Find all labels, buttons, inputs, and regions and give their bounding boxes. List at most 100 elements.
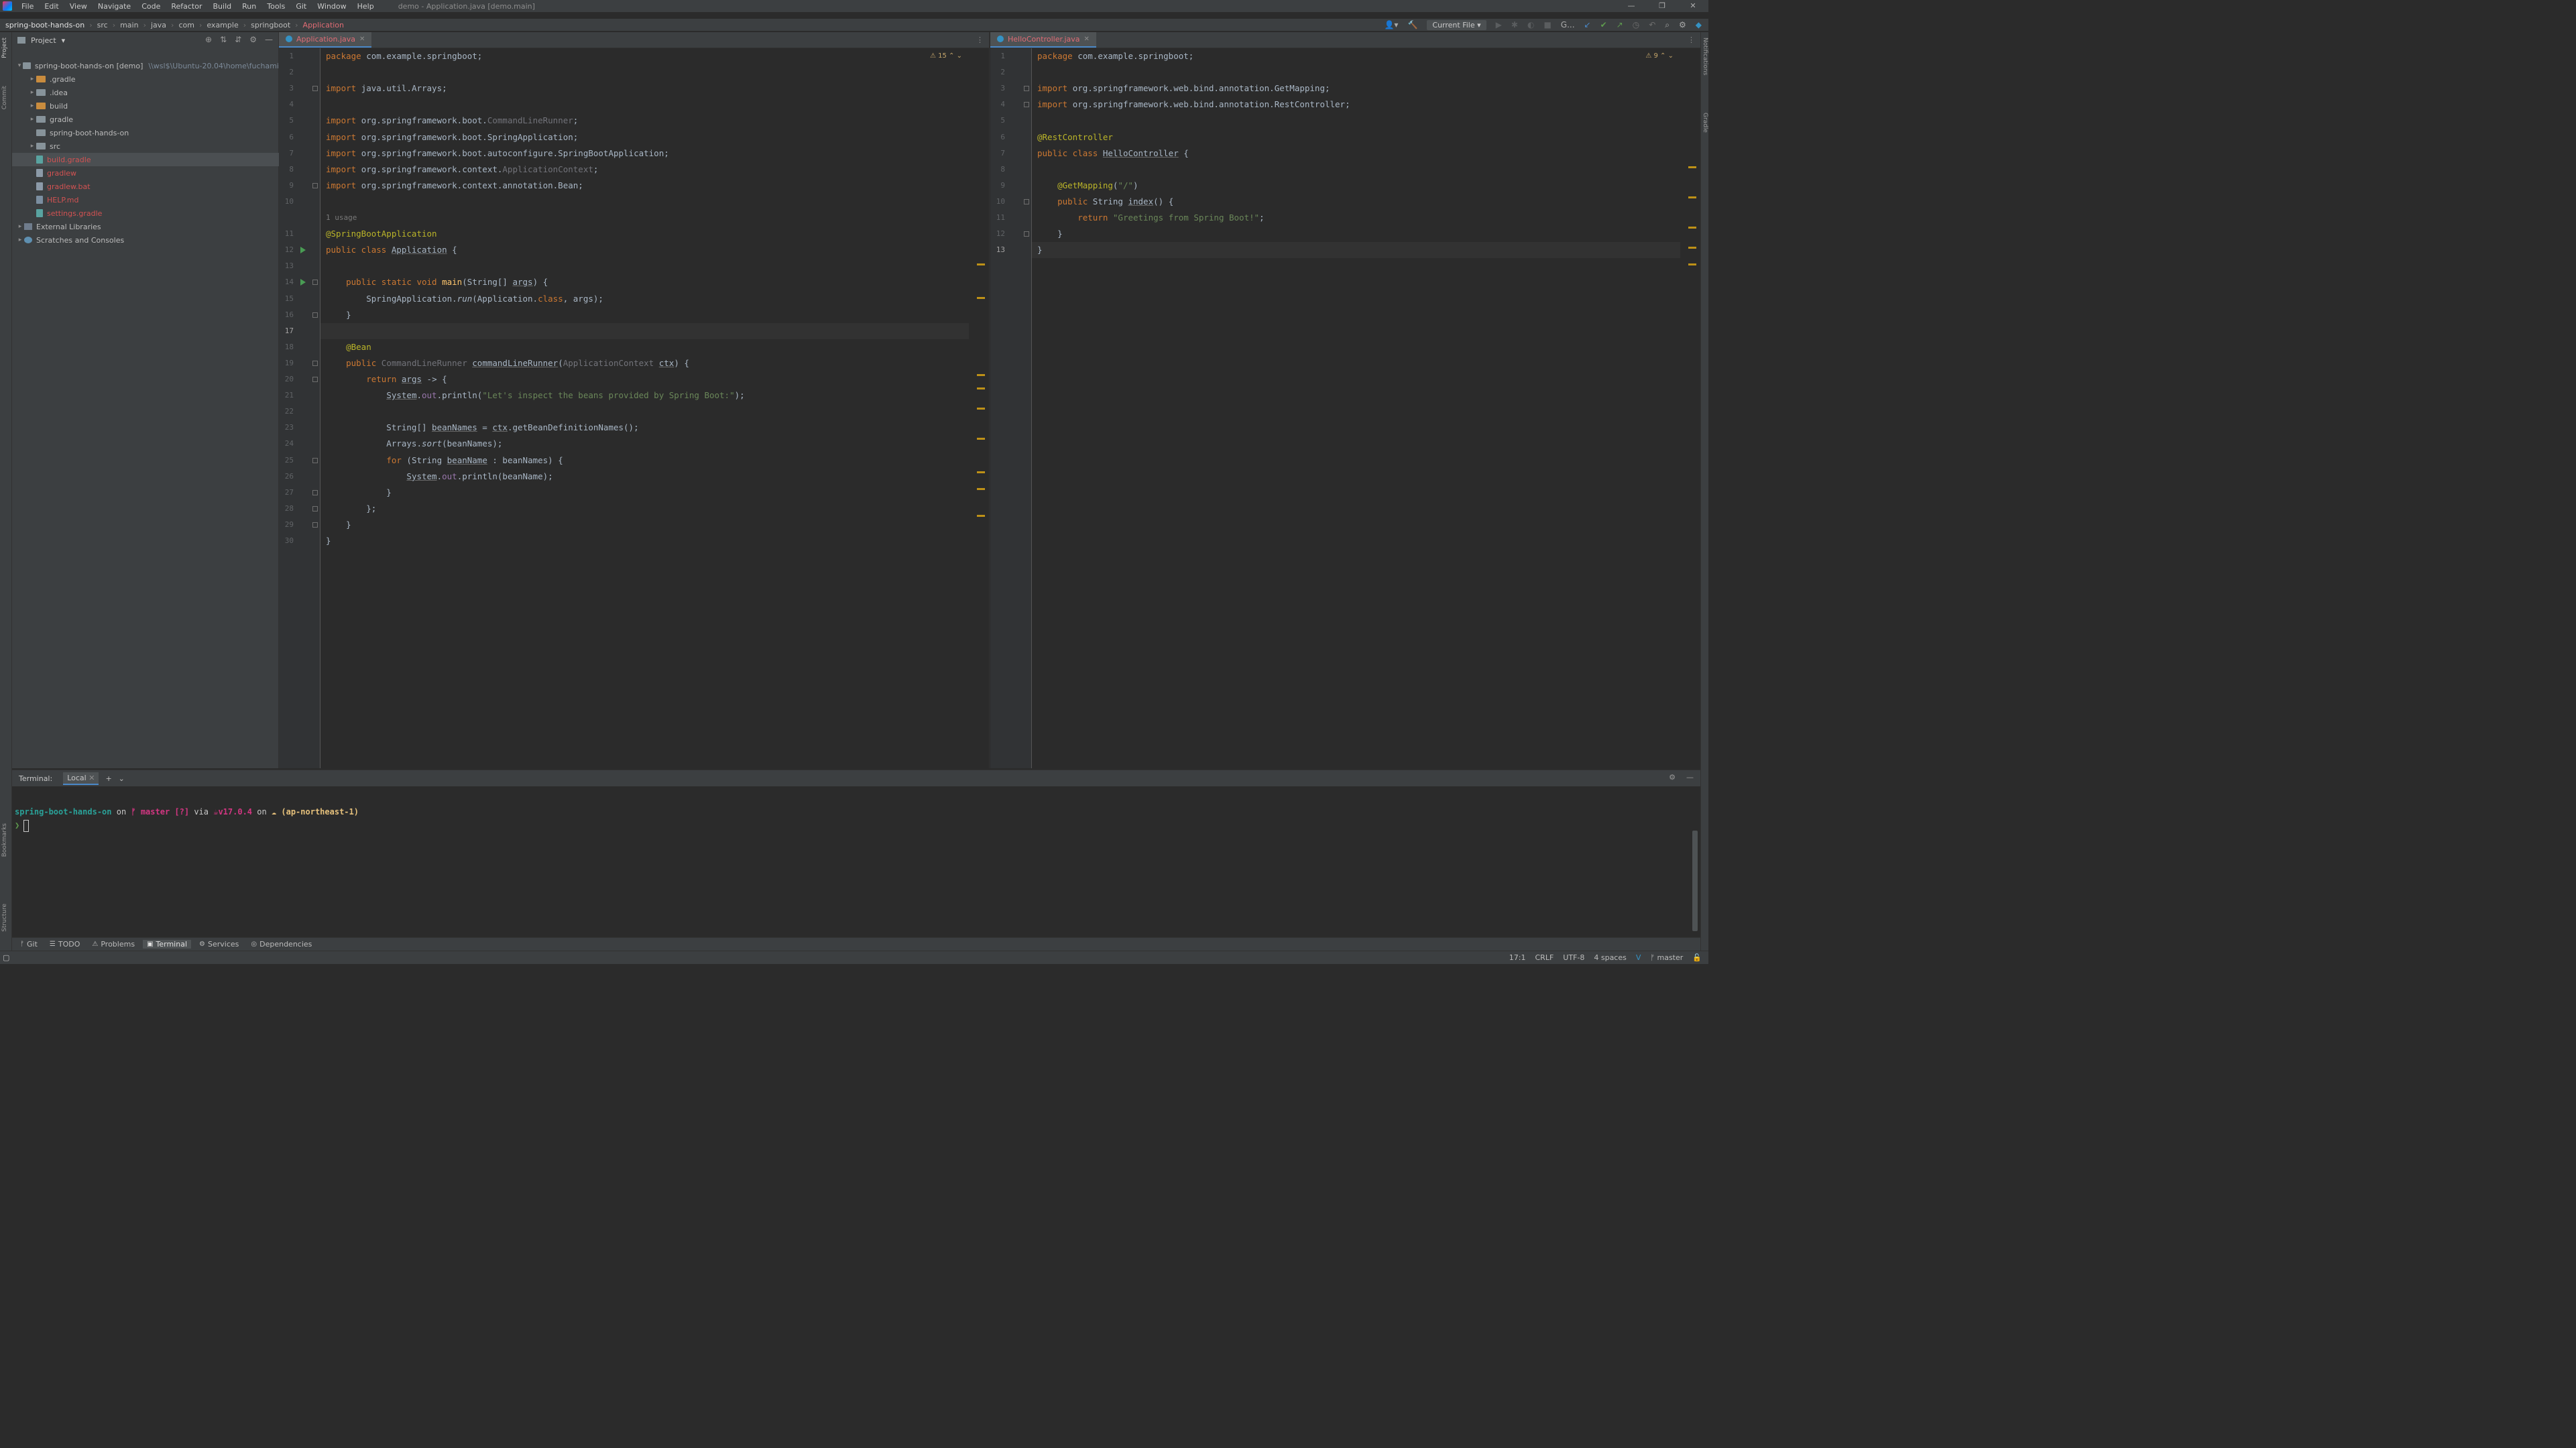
line-separator[interactable]: CRLF — [1535, 953, 1554, 962]
tab-menu-icon[interactable]: ⋮ — [1688, 36, 1695, 44]
warning-stripe-mark[interactable] — [1688, 196, 1696, 198]
expand-all-icon[interactable]: ⇅ — [220, 35, 227, 44]
git-push-icon[interactable]: ↗ — [1617, 20, 1623, 29]
code-line[interactable]: public class HelloController { — [1032, 145, 1680, 162]
tab-terminal[interactable]: ▣ Terminal — [143, 940, 192, 949]
run-icon[interactable]: ▶ — [1496, 20, 1502, 29]
menu-item-code[interactable]: Code — [136, 2, 166, 11]
code-line[interactable]: Arrays.sort(beanNames); — [320, 436, 969, 452]
warning-stripe-mark[interactable] — [1688, 227, 1696, 229]
code-line[interactable]: } — [1032, 226, 1680, 242]
lock-icon[interactable]: 🔓 — [1692, 953, 1702, 962]
commit-tool-tab[interactable]: Commit — [1, 86, 8, 109]
code-line[interactable]: import org.springframework.boot.SpringAp… — [320, 129, 969, 145]
structure-tool-tab[interactable]: Structure — [1, 904, 8, 932]
code-area-right[interactable]: package com.example.springboot; import or… — [1032, 48, 1680, 768]
fold-icon[interactable] — [1024, 86, 1029, 92]
history-icon[interactable]: ◷ — [1633, 20, 1639, 29]
chevron-down-icon[interactable]: ⌄ — [119, 774, 125, 783]
chevron-right-icon[interactable]: ▸ — [28, 143, 36, 149]
warning-stripe-mark[interactable] — [977, 438, 985, 440]
breadcrumb-item[interactable]: com — [177, 21, 196, 29]
breadcrumb-item[interactable]: src — [96, 21, 109, 29]
code-line[interactable] — [320, 258, 969, 274]
gutter-right[interactable]: 1 2 3 4 5 6 7 8 9 10 11 12 13 — [990, 48, 1032, 768]
code-line[interactable]: } — [320, 307, 969, 323]
code-line[interactable]: } — [320, 517, 969, 533]
new-terminal-tab-icon[interactable]: + — [105, 774, 111, 783]
project-title[interactable]: Project — [31, 36, 56, 45]
code-line[interactable] — [320, 97, 969, 113]
warning-stripe-mark[interactable] — [977, 387, 985, 389]
code-line[interactable]: package com.example.springboot; — [1032, 48, 1680, 64]
code-line[interactable]: return "Greetings from Spring Boot!"; — [1032, 210, 1680, 226]
fold-icon[interactable] — [312, 360, 318, 366]
warning-stripe-mark[interactable] — [977, 471, 985, 473]
menu-item-navigate[interactable]: Navigate — [93, 2, 136, 11]
terminal-tab-local[interactable]: Local ✕ — [63, 772, 99, 785]
close-tab-icon[interactable]: ✕ — [89, 774, 95, 782]
warning-stripe-mark[interactable] — [1688, 247, 1696, 249]
code-line[interactable]: } — [320, 533, 969, 549]
close-window-icon[interactable]: ✕ — [1678, 0, 1708, 12]
file-encoding[interactable]: UTF-8 — [1563, 953, 1584, 962]
menu-item-help[interactable]: Help — [352, 2, 379, 11]
code-line[interactable] — [1032, 64, 1680, 80]
warning-stripe-mark[interactable] — [977, 408, 985, 410]
coverage-icon[interactable]: ◐ — [1527, 20, 1534, 29]
code-line[interactable]: SpringApplication.run(Application.class,… — [320, 291, 969, 307]
tab-git[interactable]: ᚠ Git — [16, 940, 42, 949]
fold-icon[interactable] — [1024, 231, 1029, 237]
tree-item[interactable]: build.gradle — [12, 153, 279, 166]
code-line[interactable]: package com.example.springboot; — [320, 48, 969, 64]
debug-icon[interactable]: ✱ — [1511, 20, 1518, 29]
code-line[interactable]: @Bean — [320, 339, 969, 355]
code-line[interactable]: @SpringBootApplication — [320, 226, 969, 242]
code-line[interactable]: System.out.println("Let's inspect the be… — [320, 387, 969, 404]
tab-services[interactable]: ⚙ Services — [195, 940, 243, 949]
git-label[interactable]: G... — [1561, 20, 1575, 29]
gradle-tool-tab[interactable]: Gradle — [1702, 113, 1708, 133]
close-tab-icon[interactable]: ✕ — [359, 36, 365, 43]
terminal-input-line[interactable]: ❯ — [15, 819, 359, 832]
menu-item-tools[interactable]: Tools — [261, 2, 290, 11]
minimize-icon[interactable]: — — [1616, 0, 1647, 12]
breadcrumb-item[interactable]: springboot — [249, 21, 292, 29]
notifications-tool-tab[interactable]: Notifications — [1702, 38, 1708, 75]
code-line[interactable]: }; — [320, 501, 969, 517]
tab-hellocontroller-java[interactable]: HelloController.java ✕ — [990, 32, 1096, 48]
menu-item-build[interactable]: Build — [208, 2, 237, 11]
menu-item-git[interactable]: Git — [290, 2, 312, 11]
code-line[interactable] — [320, 64, 969, 80]
collapse-all-icon[interactable]: ⇵ — [235, 35, 241, 44]
run-gutter-icon[interactable] — [300, 247, 306, 254]
gear-icon[interactable]: ⚙ — [1669, 773, 1676, 782]
code-line[interactable]: } — [320, 485, 969, 501]
chevron-down-icon[interactable]: ▾ — [16, 62, 23, 69]
search-icon[interactable]: ⌕ — [1665, 20, 1670, 30]
run-config-select[interactable]: Current File ▾ — [1427, 19, 1486, 30]
code-line[interactable]: public class Application { — [320, 242, 969, 258]
menu-item-view[interactable]: View — [64, 2, 93, 11]
code-line[interactable]: import org.springframework.context.annot… — [320, 178, 969, 194]
chevron-right-icon[interactable]: ▸ — [28, 76, 36, 82]
code-line[interactable]: @GetMapping("/") — [1032, 178, 1680, 194]
warning-stripe-mark[interactable] — [1688, 263, 1696, 265]
hide-icon[interactable]: — — [265, 35, 273, 44]
git-branch-widget[interactable]: ᚠ master — [1650, 953, 1683, 962]
fold-icon[interactable] — [1024, 102, 1029, 108]
code-area-left[interactable]: package com.example.springboot; import ja… — [320, 48, 969, 768]
vim-icon[interactable]: V — [1636, 953, 1641, 962]
chevron-right-icon[interactable]: ▸ — [16, 223, 24, 230]
fold-icon[interactable] — [312, 505, 318, 511]
git-commit-icon[interactable]: ✔ — [1600, 20, 1607, 29]
chevron-right-icon[interactable]: ▸ — [16, 237, 24, 243]
tree-item[interactable]: ▸ .idea — [12, 86, 279, 99]
terminal-scrollbar[interactable] — [1692, 831, 1698, 931]
code-line[interactable] — [320, 322, 969, 339]
select-opened-file-icon[interactable]: ⊕ — [205, 35, 212, 44]
code-line[interactable]: public String index() { — [1032, 194, 1680, 210]
caret-position[interactable]: 17:1 — [1509, 953, 1526, 962]
tab-menu-icon[interactable]: ⋮ — [976, 36, 984, 44]
usage-hint[interactable]: 1 usage — [326, 210, 357, 226]
